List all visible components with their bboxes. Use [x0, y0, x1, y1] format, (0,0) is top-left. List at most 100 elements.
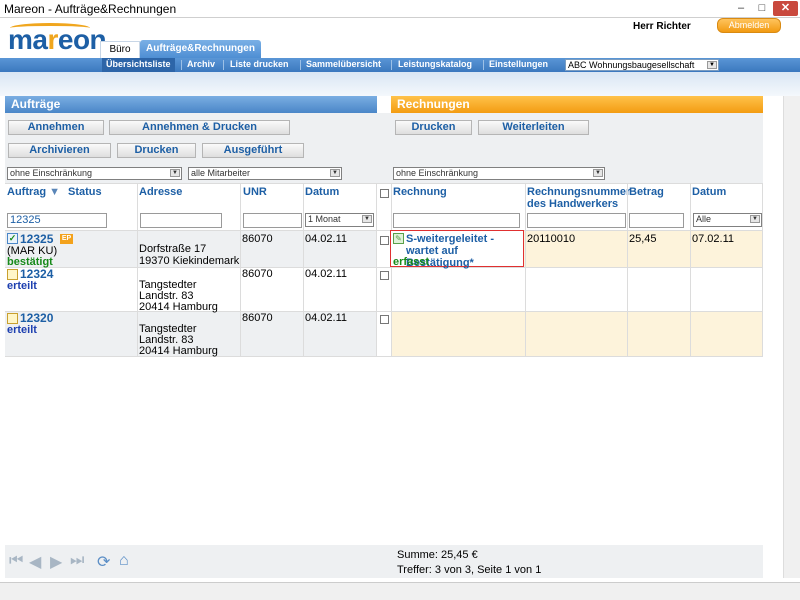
- maximize-button[interactable]: □: [752, 1, 772, 16]
- auftrag-number[interactable]: 12325: [20, 233, 53, 245]
- first-page-icon[interactable]: ⏮: [9, 552, 23, 570]
- chevron-down-icon: ▼: [707, 61, 717, 69]
- nav-sammeluebersicht[interactable]: Sammelübersicht: [302, 58, 385, 72]
- table-row-bg: [391, 311, 763, 356]
- drucken-auftraege-button[interactable]: Drucken: [117, 143, 196, 158]
- unr-value: 86070: [242, 233, 273, 245]
- grid-line: [303, 183, 304, 356]
- archivieren-button[interactable]: Archivieren: [8, 143, 111, 158]
- drucken-rechnungen-button[interactable]: Drucken: [395, 120, 472, 135]
- nav-separator: [391, 60, 392, 70]
- auftrag-search-input[interactable]: 12325: [7, 213, 107, 228]
- col-datum[interactable]: Datum: [305, 186, 339, 198]
- ep-badge-icon: EP: [60, 234, 73, 244]
- address-line: 20414 Hamburg: [139, 345, 218, 357]
- address-line: 19370 Kiekindemark: [139, 255, 240, 267]
- summe-text: Summe: 25,45 €: [397, 549, 478, 561]
- grid-line: [391, 183, 392, 356]
- refresh-icon[interactable]: ⟳: [97, 552, 110, 572]
- grid-line: [5, 230, 763, 231]
- col-unr[interactable]: UNR: [243, 186, 267, 198]
- col-auftrag[interactable]: Auftrag ▼: [7, 186, 60, 198]
- nav-separator: [483, 60, 484, 70]
- rechnung-datum-filter-select[interactable]: Alle ▼: [693, 213, 762, 227]
- rechnungsnummer-search-input[interactable]: [527, 213, 626, 228]
- table-row-bg: [391, 267, 763, 311]
- row-checkbox[interactable]: [380, 315, 389, 324]
- auftraege-header: Aufträge: [5, 96, 377, 113]
- rechnung-search-input[interactable]: [393, 213, 520, 228]
- tab-buero[interactable]: Büro: [100, 41, 140, 58]
- nav-separator: [300, 60, 301, 70]
- grid-line: [376, 183, 377, 356]
- invoice-icon: ✎: [393, 233, 404, 244]
- select-all-checkbox[interactable]: [380, 189, 389, 198]
- unr-search-input[interactable]: [243, 213, 302, 228]
- note-icon: [7, 313, 18, 324]
- adresse-search-input[interactable]: [140, 213, 222, 228]
- col-betrag[interactable]: Betrag: [629, 186, 664, 198]
- address-line: Dorfstraße 17: [139, 243, 207, 255]
- col-auftrag-label: Auftrag: [7, 186, 47, 198]
- nav-uebersichtsliste[interactable]: Übersichtsliste: [102, 58, 175, 72]
- grid-line: [762, 183, 763, 356]
- invoice-amount: 25,45: [629, 233, 657, 245]
- auftrag-filter-select[interactable]: ohne Einschränkung ▼: [7, 167, 182, 180]
- last-page-icon[interactable]: ⏭: [70, 552, 84, 570]
- datum-value: 04.02.11: [305, 233, 348, 245]
- annehmen-drucken-button[interactable]: Annehmen & Drucken: [109, 120, 290, 135]
- mareon-logo: mareon: [8, 23, 107, 56]
- unr-value: 86070: [242, 312, 273, 324]
- horizontal-scrollbar[interactable]: [0, 582, 800, 600]
- col-rechnung-datum[interactable]: Datum: [692, 186, 726, 198]
- tab-auftraege-rechnungen[interactable]: Aufträge&Rechnungen: [140, 40, 261, 58]
- vertical-scrollbar[interactable]: [783, 96, 800, 578]
- unr-value: 86070: [242, 268, 273, 280]
- prev-page-icon[interactable]: ◀: [29, 552, 41, 572]
- nav-separator: [223, 60, 224, 70]
- chevron-down-icon: ▼: [170, 169, 180, 177]
- rechnung-filter-value: ohne Einschränkung: [396, 168, 479, 178]
- window-title: Mareon - Aufträge&Rechnungen: [4, 2, 177, 16]
- window-titlebar: Mareon - Aufträge&Rechnungen – □ ✕: [0, 0, 800, 18]
- col-status[interactable]: Status: [68, 186, 102, 198]
- row-checkbox[interactable]: [380, 236, 389, 245]
- betrag-search-input[interactable]: [629, 213, 684, 228]
- nav-leistungskatalog[interactable]: Leistungskatalog: [394, 58, 476, 72]
- chevron-down-icon: ▼: [593, 169, 603, 177]
- row-checkbox[interactable]: [380, 271, 389, 280]
- grid-line: [5, 356, 763, 357]
- ausgefuehrt-button[interactable]: Ausgeführt: [202, 143, 304, 158]
- col-adresse[interactable]: Adresse: [139, 186, 182, 198]
- close-button[interactable]: ✕: [773, 1, 798, 16]
- grid-line: [137, 183, 138, 356]
- mitarbeiter-filter-select[interactable]: alle Mitarbeiter ▼: [188, 167, 342, 180]
- datum-filter-select[interactable]: 1 Monat ▼: [305, 213, 374, 227]
- address-line: 20414 Hamburg: [139, 301, 218, 313]
- invoice-number: 20110010: [527, 233, 576, 245]
- rechnungen-header: Rechnungen: [391, 96, 763, 113]
- datum-value: 04.02.11: [305, 312, 348, 324]
- treffer-text: Treffer: 3 von 3, Seite 1 von 1: [397, 564, 542, 576]
- logout-button[interactable]: Abmelden: [717, 18, 781, 33]
- chevron-down-icon: ▼: [362, 215, 372, 223]
- weiterleiten-button[interactable]: Weiterleiten: [478, 120, 589, 135]
- auftrag-number[interactable]: 12320: [20, 312, 53, 324]
- company-select-value: ABC Wohnungsbaugesellschaft: [568, 60, 695, 70]
- auftrag-number[interactable]: 12324: [20, 268, 53, 280]
- minimize-button[interactable]: –: [731, 1, 751, 16]
- app-header: mareon Herr Richter Abmelden Büro Aufträ…: [0, 18, 800, 58]
- nav-liste-drucken[interactable]: Liste drucken: [226, 58, 293, 72]
- col-rechnungsnummer[interactable]: Rechnungsnummer des Handwerkers: [527, 186, 630, 210]
- annehmen-button[interactable]: Annehmen: [8, 120, 104, 135]
- home-icon[interactable]: ⌂: [119, 552, 129, 570]
- check-icon: ✓: [7, 233, 18, 244]
- nav-archiv[interactable]: Archiv: [183, 58, 219, 72]
- company-select[interactable]: ABC Wohnungsbaugesellschaft ▼: [565, 59, 719, 71]
- nav-einstellungen[interactable]: Einstellungen: [485, 58, 552, 72]
- grid-line: [240, 183, 241, 356]
- user-name: Herr Richter: [633, 21, 691, 32]
- next-page-icon[interactable]: ▶: [50, 552, 62, 572]
- rechnung-filter-select[interactable]: ohne Einschränkung ▼: [393, 167, 605, 180]
- col-rechnung[interactable]: Rechnung: [393, 186, 447, 198]
